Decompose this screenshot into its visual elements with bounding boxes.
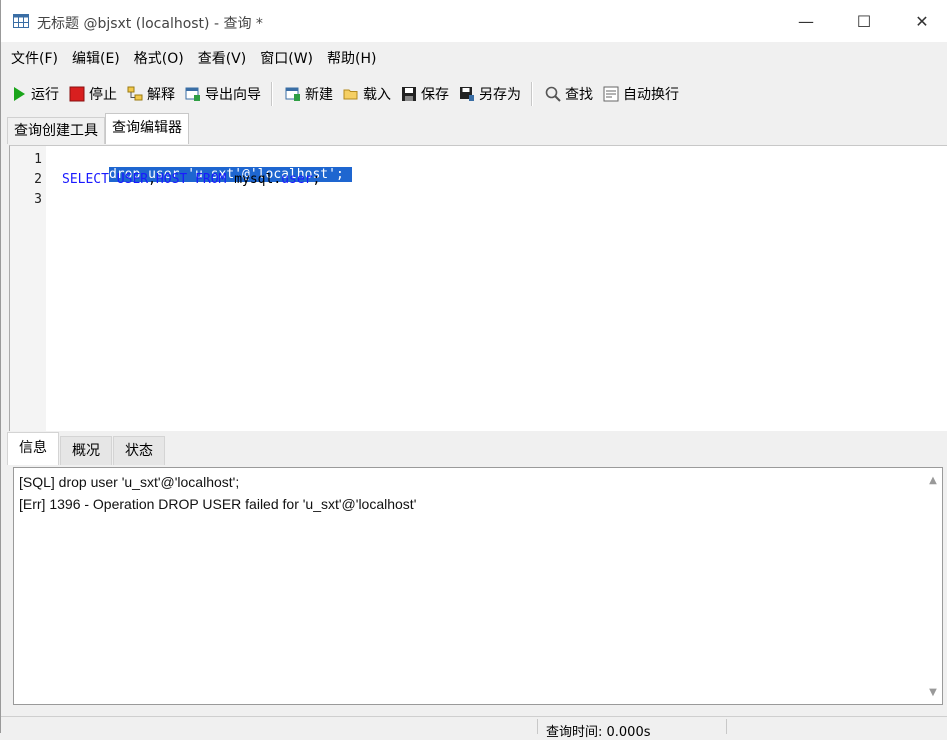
tab-status[interactable]: 状态	[113, 436, 165, 465]
maximize-button[interactable]: ☐	[835, 0, 893, 42]
tab-info[interactable]: 信息	[7, 432, 59, 465]
minimize-icon: —	[798, 11, 814, 31]
menu-file[interactable]: 文件(F)	[6, 48, 63, 68]
title-bar: 无标题 @bjsxt (localhost) - 查询 * — ☐ ✕	[1, 0, 947, 42]
keyword: SELECT USER	[62, 172, 149, 187]
explain-icon	[127, 86, 143, 102]
toolbar: 运行 停止 解释 导出向导 新建 载入 保存 另存为 查找 自动换行	[1, 78, 947, 110]
new-query-icon	[285, 86, 301, 102]
save-as-icon	[459, 86, 475, 102]
save-as-label: 另存为	[479, 87, 521, 103]
explain-label: 解释	[147, 87, 175, 103]
scroll-up-arrow-icon[interactable]: ▲	[928, 476, 938, 486]
save-label: 保存	[421, 87, 449, 103]
message-panel[interactable]: [SQL] drop user 'u_sxt'@'localhost'; [Er…	[13, 467, 943, 705]
save-icon	[401, 86, 417, 102]
find-label: 查找	[565, 87, 593, 103]
tab-query-builder[interactable]: 查询创建工具	[7, 117, 105, 144]
export-wizard-button[interactable]: 导出向导	[181, 81, 265, 107]
run-button[interactable]: 运行	[7, 81, 63, 107]
keyword: FROM	[195, 172, 227, 187]
line-number: 1	[34, 152, 42, 167]
status-divider	[537, 719, 538, 734]
stop-button[interactable]: 停止	[65, 81, 121, 107]
code-text: ;	[312, 172, 321, 187]
line-number: 3	[34, 192, 42, 207]
word-wrap-label: 自动换行	[623, 87, 679, 103]
load-button[interactable]: 载入	[339, 81, 395, 107]
tab-query-editor[interactable]: 查询编辑器	[105, 113, 189, 144]
result-tabs: 信息 概况 状态	[7, 432, 166, 465]
keyword: user	[281, 172, 313, 187]
menu-view[interactable]: 查看(V)	[193, 48, 252, 68]
load-label: 载入	[363, 87, 391, 103]
table-app-icon	[13, 13, 29, 29]
find-button[interactable]: 查找	[541, 81, 597, 107]
code-line-2: SELECT USER,HOST FROM mysql.user;	[62, 172, 320, 187]
line-number: 2	[34, 172, 42, 187]
close-button[interactable]: ✕	[893, 0, 947, 42]
explain-button[interactable]: 解释	[123, 81, 179, 107]
stop-icon	[69, 86, 85, 102]
tab-profile[interactable]: 概况	[60, 436, 112, 465]
query-window: 无标题 @bjsxt (localhost) - 查询 * — ☐ ✕ 文件(F…	[0, 0, 947, 740]
toolbar-separator	[271, 82, 273, 106]
message-line: [SQL] drop user 'u_sxt'@'localhost';	[19, 474, 240, 490]
folder-icon	[343, 86, 359, 102]
stop-label: 停止	[89, 87, 117, 103]
play-icon	[11, 86, 27, 102]
word-wrap-button[interactable]: 自动换行	[599, 81, 683, 107]
editor-tabs: 查询创建工具 查询编辑器	[7, 113, 189, 144]
window-title: 无标题 @bjsxt (localhost) - 查询 *	[37, 16, 263, 32]
status-divider	[726, 719, 727, 734]
export-label: 导出向导	[205, 87, 261, 103]
toolbar-separator	[531, 82, 533, 106]
menu-bar: 文件(F) 编辑(E) 格式(O) 查看(V) 窗口(W) 帮助(H)	[1, 44, 947, 72]
menu-format[interactable]: 格式(O)	[129, 48, 189, 68]
menu-window[interactable]: 窗口(W)	[255, 48, 318, 68]
run-label: 运行	[31, 87, 59, 103]
menu-help[interactable]: 帮助(H)	[322, 48, 381, 68]
keyword: HOST	[155, 172, 188, 187]
code-text: mysql.	[226, 172, 282, 187]
menu-edit[interactable]: 编辑(E)	[67, 48, 125, 68]
sql-editor[interactable]: 1 2 3 drop user 'u sxt'@'localhost'; SEL…	[9, 145, 947, 431]
new-query-button[interactable]: 新建	[281, 81, 337, 107]
word-wrap-icon	[603, 86, 619, 102]
new-label: 新建	[305, 87, 333, 103]
minimize-button[interactable]: —	[777, 0, 835, 42]
save-as-button[interactable]: 另存为	[455, 81, 525, 107]
save-button[interactable]: 保存	[397, 81, 453, 107]
status-bar: 查询时间: 0.000s	[1, 716, 947, 740]
line-number-gutter: 1 2 3	[10, 146, 46, 431]
code-text: ,	[148, 172, 156, 187]
search-icon	[545, 86, 561, 102]
maximize-icon: ☐	[856, 11, 872, 31]
query-time: 查询时间: 0.000s	[546, 725, 651, 740]
close-icon: ✕	[915, 11, 929, 31]
scroll-down-arrow-icon[interactable]: ▼	[928, 688, 938, 698]
export-icon	[185, 86, 201, 102]
message-line: [Err] 1396 - Operation DROP USER failed …	[19, 496, 417, 512]
